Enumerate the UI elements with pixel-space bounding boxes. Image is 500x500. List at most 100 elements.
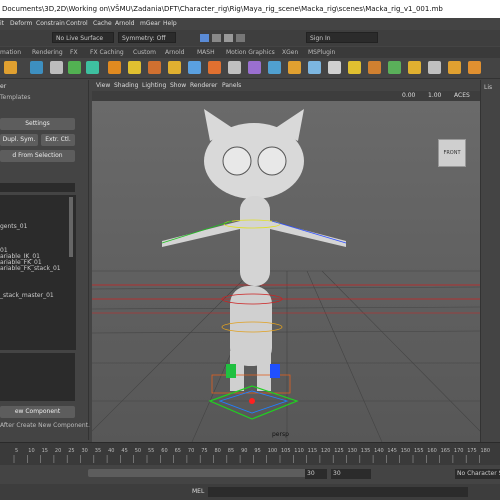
viewport-menu-view[interactable]: View — [96, 80, 110, 91]
menu-item-mgear[interactable]: mGear — [140, 18, 160, 30]
viewport-menu-show[interactable]: Show — [170, 80, 186, 91]
color-space-label[interactable]: ACES — [454, 92, 470, 99]
character-set-dropdown[interactable]: No Character Se — [455, 469, 500, 479]
command-input[interactable] — [208, 487, 468, 497]
list-item[interactable]: ariable_FK_stack_01 — [0, 265, 61, 272]
menu-item-arnold[interactable]: Arnold — [115, 18, 134, 30]
right-panel-label[interactable]: Lis — [484, 84, 492, 91]
shelf-tool-icon[interactable] — [148, 61, 161, 74]
status-line: No Live Surface Symmetry: Off Sign In — [0, 30, 500, 46]
symmetry-dropdown[interactable]: Symmetry: Off — [118, 32, 176, 43]
timeline-tick-label: 85 — [228, 448, 234, 454]
shelf-tool-icon[interactable] — [228, 61, 241, 74]
viewport-panel[interactable]: View Shading Lighting Show Renderer Pane… — [92, 80, 480, 442]
tab-arnold[interactable]: Arnold — [165, 47, 184, 58]
tab-msplugin[interactable]: MSPlugin — [308, 47, 335, 58]
shelf-tool-icon[interactable] — [308, 61, 321, 74]
component-info-box — [0, 353, 75, 401]
timeline-tick-label: 115 — [308, 448, 318, 454]
menu-item-edit[interactable]: it — [0, 18, 4, 30]
shelf-tool-icon[interactable] — [168, 61, 181, 74]
sign-in-button[interactable]: Sign In — [306, 32, 378, 43]
timeline-tick-label: 10 — [28, 448, 34, 454]
shelf-tool-icon[interactable] — [248, 61, 261, 74]
shelf-tool-icon[interactable] — [30, 61, 43, 74]
time-slider[interactable]: 5 10 15 20 25 30 35 40 45 50 55 60 65 70 75 80 85 90 95 100… — [0, 442, 500, 465]
gamma-field[interactable]: 1.00 — [428, 92, 441, 99]
viewport-menu-renderer[interactable]: Renderer — [190, 80, 217, 91]
playback-end-field[interactable]: 30 — [305, 469, 327, 479]
shelf-tool-icon[interactable] — [108, 61, 121, 74]
shelf-tool-icon[interactable] — [348, 61, 361, 74]
shelf-tool-icon[interactable] — [368, 61, 381, 74]
shelf-tool-icon[interactable] — [68, 61, 81, 74]
templates-tab[interactable]: Templates — [0, 94, 31, 101]
menu-item-cache[interactable]: Cache — [93, 18, 112, 30]
menu-item-deform[interactable]: Deform — [10, 18, 32, 30]
shelf-tool-icon[interactable] — [408, 61, 421, 74]
render-icon[interactable] — [212, 34, 221, 42]
character-body[interactable] — [240, 196, 270, 286]
viewport-menu-lighting[interactable]: Lighting — [142, 80, 166, 91]
tab-custom[interactable]: Custom — [133, 47, 156, 58]
command-line: MEL — [0, 484, 500, 500]
tab-fx[interactable]: FX — [70, 47, 78, 58]
menu-item-help[interactable]: Help — [163, 18, 177, 30]
shelf-tool-icon[interactable] — [448, 61, 461, 74]
view-cube[interactable]: FRONT — [438, 139, 466, 167]
list-item[interactable]: _stack_master_01 — [0, 292, 54, 299]
shelf-tool-icon[interactable] — [388, 61, 401, 74]
new-component-button[interactable]: ew Component — [0, 406, 75, 418]
shelf-tool-icon[interactable] — [50, 61, 63, 74]
menu-item-constrain[interactable]: Constrain — [36, 18, 65, 30]
timeline-tick-label: 170 — [454, 448, 464, 454]
timeline-tick-label: 130 — [348, 448, 358, 454]
snap-icon[interactable] — [200, 34, 209, 42]
3d-view[interactable]: FRONT persp — [92, 101, 480, 442]
shelf-tool-icon[interactable] — [128, 61, 141, 74]
tab-animation[interactable]: mation — [0, 47, 21, 58]
shelf-tool-icon[interactable] — [468, 61, 481, 74]
shelf-tool-icon[interactable] — [4, 61, 17, 74]
list-item[interactable]: gents_01 — [0, 223, 27, 230]
menu-item-control[interactable]: Control — [66, 18, 88, 30]
mel-label[interactable]: MEL — [192, 488, 204, 495]
lock-icon[interactable] — [236, 34, 245, 42]
shelf-tool-icon[interactable] — [328, 61, 341, 74]
timeline-tick-label: 25 — [68, 448, 74, 454]
tab-fx-caching[interactable]: FX Caching — [90, 47, 124, 58]
animation-end-field[interactable]: 30 — [331, 469, 371, 479]
search-input[interactable] — [0, 183, 75, 192]
range-slider-handle[interactable] — [88, 469, 318, 477]
tab-mash[interactable]: MASH — [197, 47, 215, 58]
shelf-tool-icon[interactable] — [188, 61, 201, 74]
list-scrollbar[interactable] — [69, 197, 73, 257]
timeline-tick-label: 45 — [121, 448, 127, 454]
viewport-menu-panels[interactable]: Panels — [222, 80, 241, 91]
from-selection-button[interactable]: d From Selection — [0, 150, 75, 162]
viewport-menu-shading[interactable]: Shading — [114, 80, 138, 91]
timeline-tick-label: 60 — [161, 448, 167, 454]
component-list[interactable]: gents_01 01 ariable_IK_01 ariable_FK_01 … — [0, 195, 76, 350]
shelf-tool-icon[interactable] — [268, 61, 281, 74]
timeline-tick-label: 135 — [361, 448, 371, 454]
shelf-tool-icon[interactable] — [428, 61, 441, 74]
tab-rendering[interactable]: Rendering — [32, 47, 63, 58]
tab-xgen[interactable]: XGen — [282, 47, 298, 58]
dupl-sym-button[interactable]: Dupl. Sym. — [0, 134, 38, 146]
shelf-tool-icon[interactable] — [288, 61, 301, 74]
timeline-ticks: 5 10 15 20 25 30 35 40 45 50 55 60 65 70 75 80 85 90 95 100… — [13, 448, 490, 463]
timeline-tick-label: 15 — [42, 448, 48, 454]
settings-button[interactable]: Settings — [0, 118, 75, 130]
exposure-field[interactable]: 0.00 — [402, 92, 415, 99]
tab-motion-graphics[interactable]: Motion Graphics — [226, 47, 275, 58]
shelf-tool-icon[interactable] — [86, 61, 99, 74]
extr-ctl-button[interactable]: Extr. Ctl. — [41, 134, 75, 146]
timeline-tick-label: 75 — [201, 448, 207, 454]
timeline-tick-label: 5 — [15, 448, 18, 454]
timeline-tick-label: 160 — [427, 448, 437, 454]
camera-icon[interactable] — [224, 34, 233, 42]
timeline-tick-label: 140 — [374, 448, 384, 454]
live-surface-field[interactable]: No Live Surface — [52, 32, 114, 43]
shelf-tool-icon[interactable] — [208, 61, 221, 74]
